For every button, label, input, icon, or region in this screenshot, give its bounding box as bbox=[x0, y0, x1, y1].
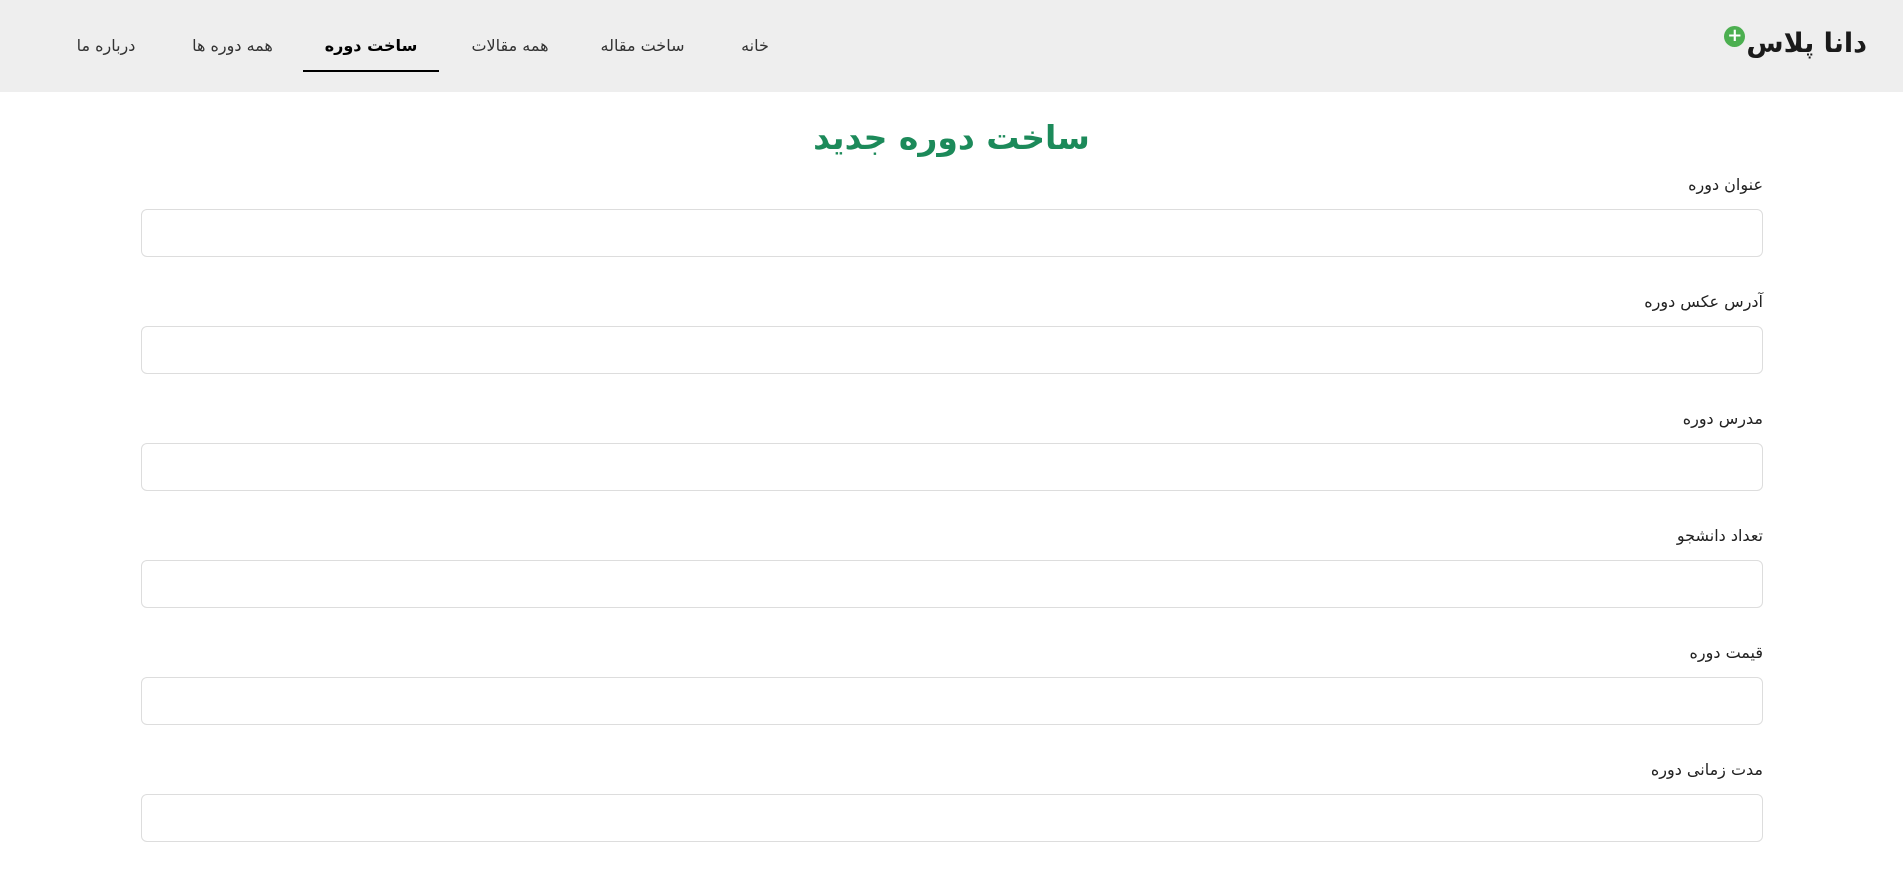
nav-link-new-course[interactable]: ساخت دوره bbox=[303, 0, 439, 92]
nav-link-all-courses[interactable]: همه دوره ها bbox=[180, 0, 285, 92]
page-title: ساخت دوره جدید bbox=[813, 118, 1090, 157]
nav-link-new-article[interactable]: ساخت مقاله bbox=[590, 0, 695, 92]
nav-link-about[interactable]: درباره ما bbox=[62, 0, 150, 92]
course-duration-field: مدت زمانی دوره bbox=[141, 759, 1763, 842]
main-nav: خانه ساخت مقاله همه مقالات ساخت دوره همه… bbox=[0, 0, 1903, 92]
student-count-input[interactable] bbox=[141, 560, 1763, 608]
nav-link-home[interactable]: خانه bbox=[725, 0, 785, 92]
course-title-input[interactable] bbox=[141, 209, 1763, 257]
course-duration-input[interactable] bbox=[141, 794, 1763, 842]
course-image-url-field: آدرس عکس دوره bbox=[141, 291, 1763, 374]
course-image-url-label: آدرس عکس دوره bbox=[1644, 292, 1763, 311]
course-title-label: عنوان دوره bbox=[1688, 175, 1763, 194]
course-price-field: قیمت دوره bbox=[141, 642, 1763, 725]
course-price-input[interactable] bbox=[141, 677, 1763, 725]
course-price-label: قیمت دوره bbox=[1689, 643, 1763, 662]
student-count-field: تعداد دانشجو bbox=[141, 525, 1763, 608]
course-image-url-input[interactable] bbox=[141, 326, 1763, 374]
course-title-field: عنوان دوره bbox=[141, 174, 1763, 257]
nav-link-all-articles[interactable]: همه مقالات bbox=[460, 0, 560, 92]
course-teacher-field: مدرس دوره bbox=[141, 408, 1763, 491]
course-teacher-input[interactable] bbox=[141, 443, 1763, 491]
course-duration-label: مدت زمانی دوره bbox=[1650, 760, 1763, 779]
student-count-label: تعداد دانشجو bbox=[1676, 526, 1763, 545]
top-navbar: دانا پلاس + خانه ساخت مقاله همه مقالات س… bbox=[0, 0, 1903, 92]
course-teacher-label: مدرس دوره bbox=[1682, 409, 1763, 428]
